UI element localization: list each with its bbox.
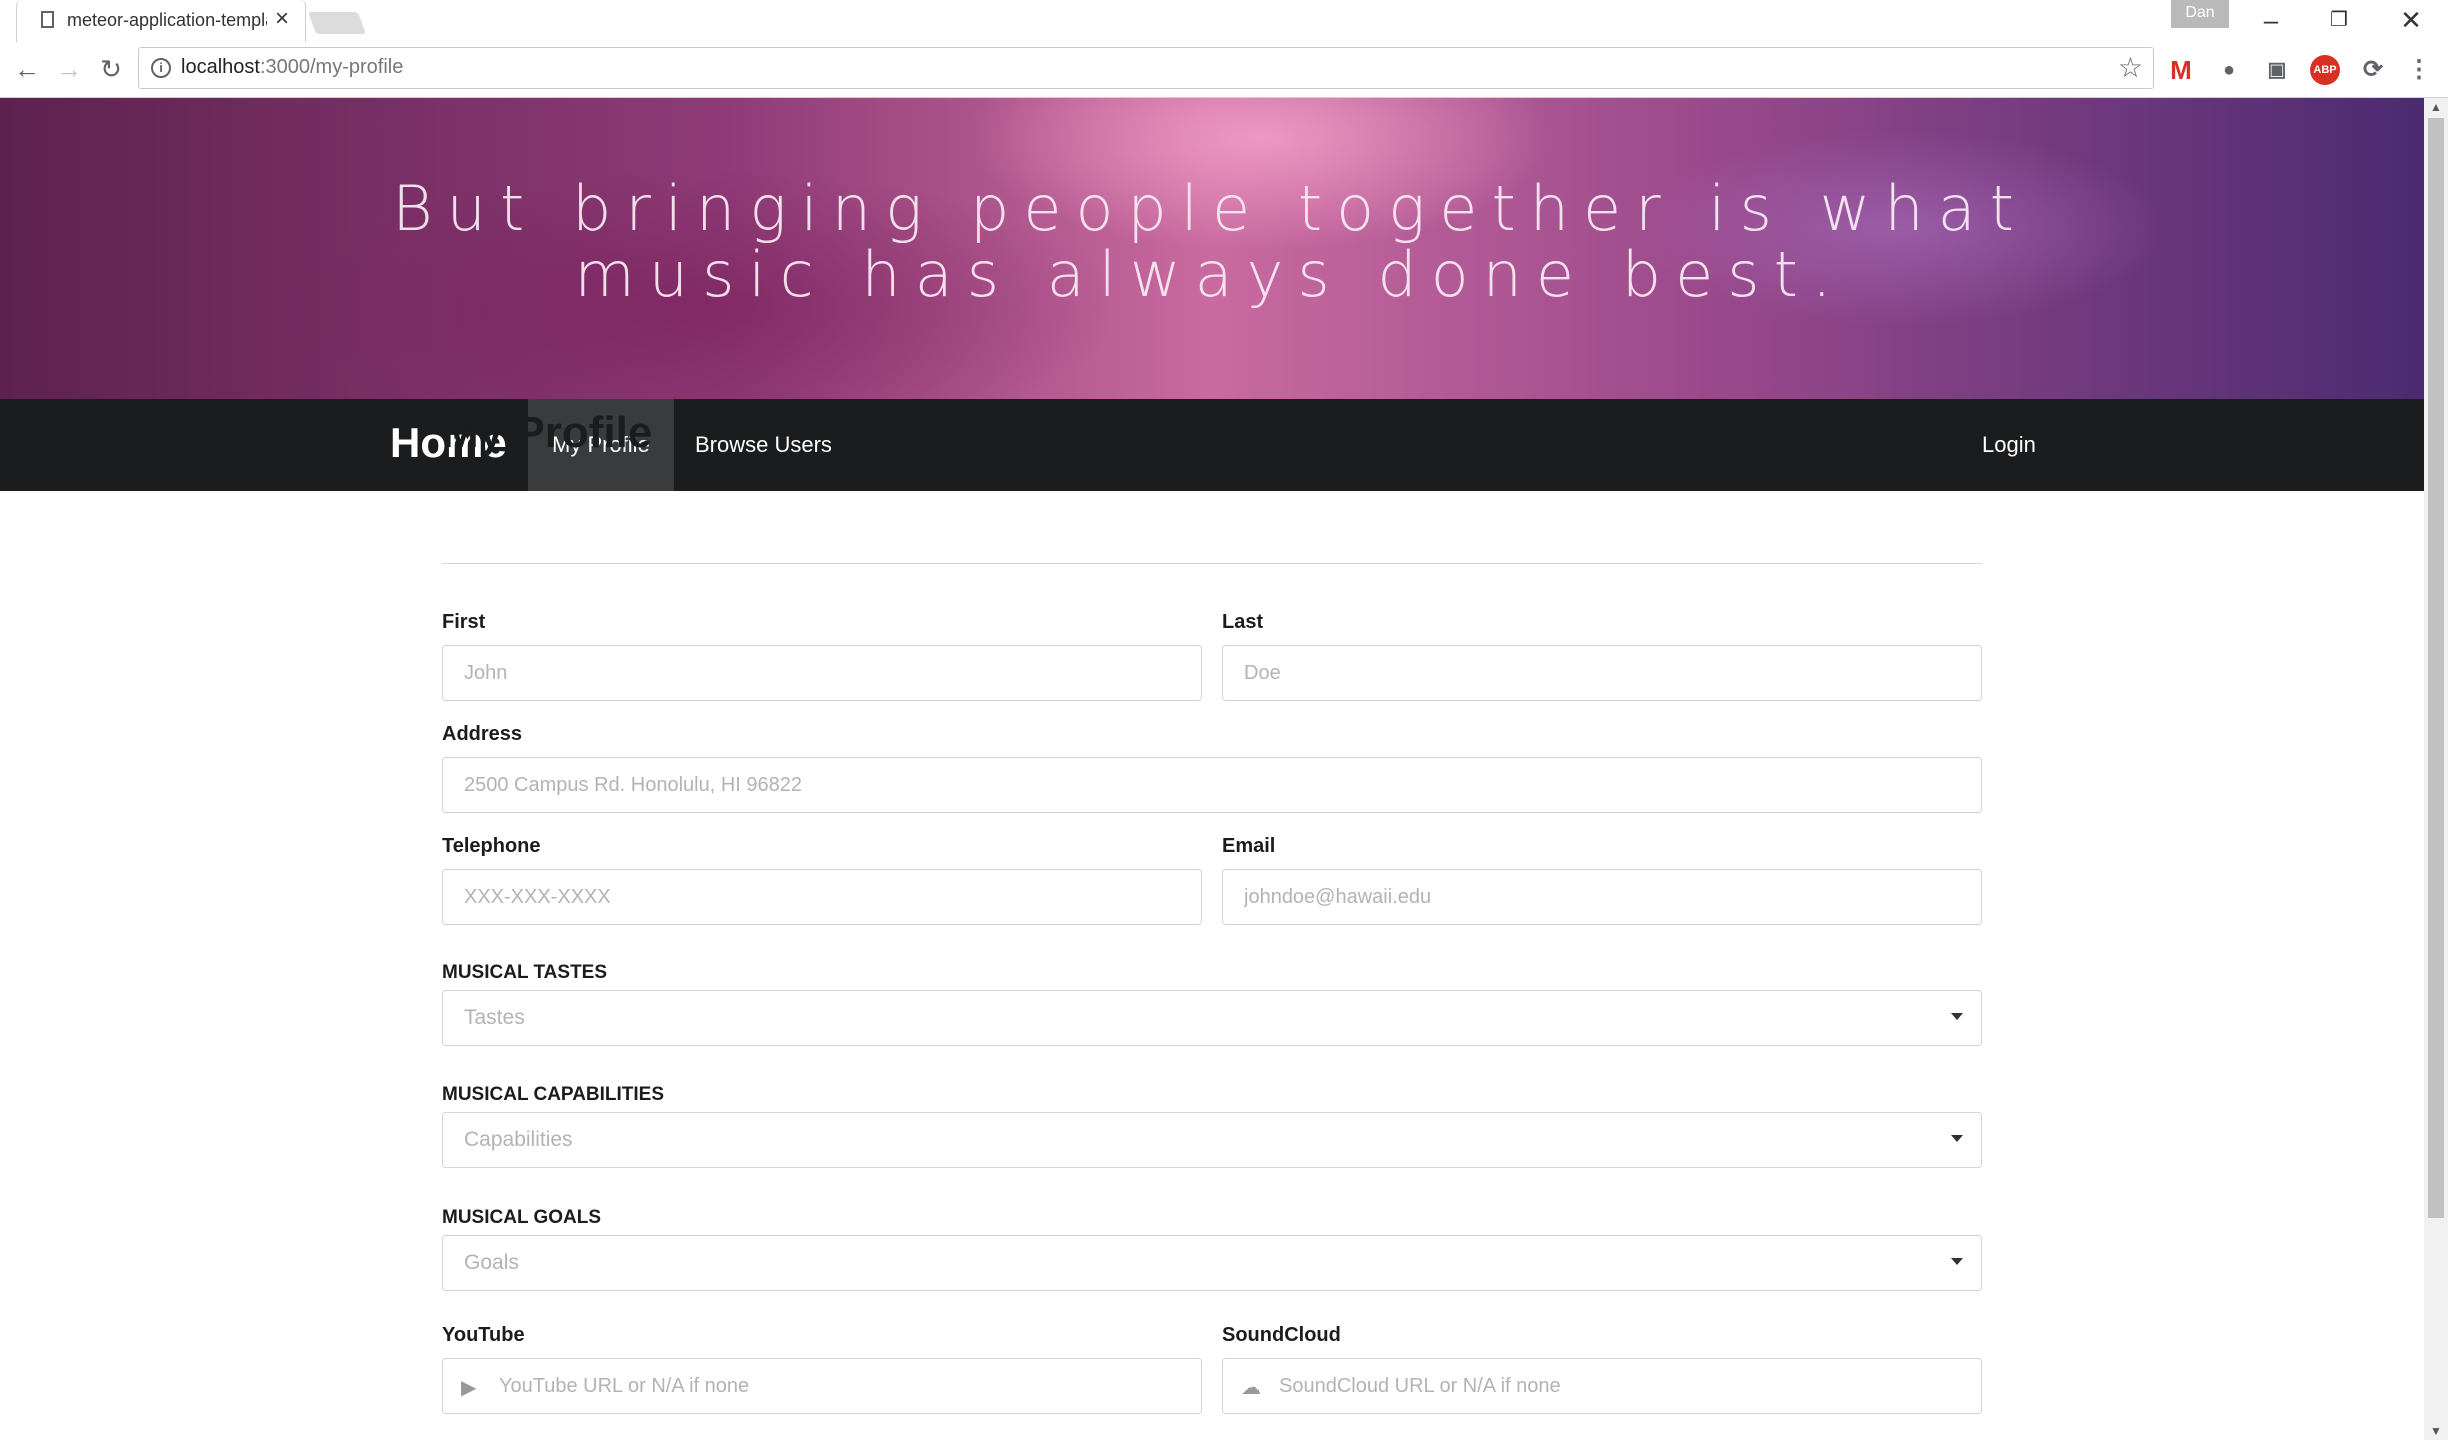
first-name-field — [442, 645, 1202, 701]
telephone-input[interactable] — [443, 870, 1201, 924]
info-icon[interactable]: i — [151, 58, 171, 78]
address-bar[interactable]: i localhost:3000/my-profile ☆ — [138, 47, 2154, 89]
last-label: Last — [1222, 611, 1264, 633]
telephone-field — [442, 869, 1202, 925]
youtube-input[interactable] — [443, 1359, 1201, 1413]
email-label: Email — [1222, 835, 1276, 857]
musical-tastes-label: MUSICAL TASTES — [442, 962, 608, 983]
clipboard-extension-icon[interactable]: ▣ — [2262, 55, 2292, 85]
menu-kebab-icon[interactable]: ⋮ — [2404, 55, 2434, 85]
last-name-field — [1222, 645, 1982, 701]
url-host: localhost — [181, 56, 260, 78]
youtube-label: YouTube — [442, 1324, 525, 1346]
document-icon — [41, 11, 54, 28]
goals-placeholder: Goals — [464, 1251, 519, 1274]
caret-down-icon — [1951, 1013, 1963, 1020]
soundcloud-label: SoundCloud — [1222, 1324, 1341, 1346]
first-name-input[interactable] — [443, 646, 1201, 700]
new-tab-button[interactable] — [307, 12, 367, 34]
email-field — [1222, 869, 1982, 925]
first-label: First — [442, 611, 486, 633]
caret-down-icon — [1951, 1135, 1963, 1142]
minimize-icon[interactable]: – — [2238, 0, 2304, 42]
reload-icon[interactable]: ↻ — [94, 52, 128, 86]
gmail-extension-icon[interactable]: M — [2166, 55, 2196, 85]
scroll-up-icon[interactable]: ▲ — [2430, 100, 2442, 114]
capabilities-placeholder: Capabilities — [464, 1128, 573, 1151]
page-scrollbar[interactable]: ▲ ▼ — [2424, 98, 2448, 1440]
forward-icon[interactable]: → — [52, 52, 86, 86]
youtube-icon: ▶ — [461, 1377, 477, 1399]
sync-extension-icon[interactable]: ⟳ — [2358, 55, 2388, 85]
hero-quote: But bringing people together is what mus… — [392, 172, 2028, 311]
restore-icon[interactable]: ❐ — [2306, 0, 2372, 42]
tastes-placeholder: Tastes — [464, 1006, 525, 1029]
hero-banner: But bringing people together is what mus… — [0, 98, 2424, 399]
email-input[interactable] — [1223, 870, 1981, 924]
browser-toolbar: ← → ↻ i localhost:3000/my-profile ☆ M ● … — [0, 42, 2448, 98]
page-title: My Profile — [442, 408, 653, 457]
musical-goals-label: MUSICAL GOALS — [442, 1207, 602, 1228]
close-tab-icon[interactable]: × — [275, 5, 289, 33]
address-field — [442, 757, 1982, 813]
tab-title: meteor-application-template — [67, 10, 267, 30]
musical-capabilities-dropdown[interactable]: Capabilities — [442, 1112, 1982, 1168]
page-viewport: But bringing people together is what mus… — [0, 98, 2424, 1440]
nav-browse-users[interactable]: Browse Users — [671, 399, 856, 491]
scroll-thumb[interactable] — [2428, 118, 2444, 1218]
musical-goals-dropdown[interactable]: Goals — [442, 1235, 1982, 1291]
scroll-down-icon[interactable]: ▼ — [2430, 1424, 2442, 1438]
lightbulb-extension-icon[interactable]: ● — [2214, 55, 2244, 85]
telephone-label: Telephone — [442, 835, 541, 857]
profile-badge[interactable]: Dan — [2171, 0, 2229, 28]
soundcloud-icon: ☁ — [1241, 1377, 1261, 1399]
last-name-input[interactable] — [1223, 646, 1981, 700]
soundcloud-field: ☁ — [1222, 1358, 1982, 1414]
musical-tastes-dropdown[interactable]: Tastes — [442, 990, 1982, 1046]
url-text[interactable]: localhost:3000/my-profile — [181, 56, 403, 79]
nav-login[interactable]: Login — [1958, 399, 2060, 491]
musical-capabilities-label: MUSICAL CAPABILITIES — [442, 1084, 665, 1105]
browser-tab-strip: meteor-application-template × Dan – ❐ ✕ — [0, 0, 2448, 43]
address-input[interactable] — [443, 758, 1981, 812]
caret-down-icon — [1951, 1258, 1963, 1265]
top-navbar: Home My Profile Browse Users Login — [0, 399, 2424, 491]
bookmark-star-icon[interactable]: ☆ — [2118, 51, 2143, 84]
url-path: :3000/my-profile — [259, 56, 404, 78]
back-icon[interactable]: ← — [10, 52, 44, 86]
adblock-extension-icon[interactable]: ABP — [2310, 55, 2340, 85]
soundcloud-input[interactable] — [1223, 1359, 1981, 1413]
title-divider — [442, 563, 1982, 564]
youtube-field: ▶ — [442, 1358, 1202, 1414]
browser-tab[interactable]: meteor-application-template × — [16, 0, 306, 42]
close-window-icon[interactable]: ✕ — [2378, 0, 2444, 42]
address-label: Address — [442, 723, 523, 745]
